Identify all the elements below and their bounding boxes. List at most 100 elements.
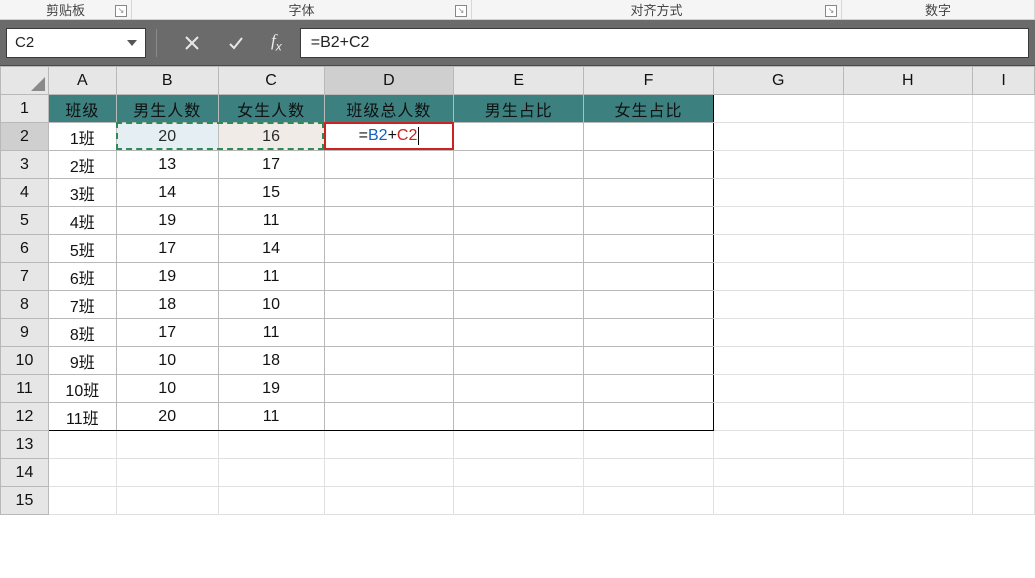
cell[interactable] <box>973 375 1035 403</box>
row-header[interactable]: 13 <box>1 431 49 459</box>
cell[interactable]: 11 <box>218 207 324 235</box>
cell[interactable] <box>324 487 454 515</box>
row-header[interactable]: 5 <box>1 207 49 235</box>
column-header[interactable]: H <box>843 67 973 95</box>
cell[interactable] <box>324 291 454 319</box>
column-header[interactable]: B <box>116 67 218 95</box>
cell[interactable]: 4班 <box>48 207 116 235</box>
cell[interactable]: 8班 <box>48 319 116 347</box>
row-header[interactable]: 4 <box>1 179 49 207</box>
cell[interactable] <box>218 431 324 459</box>
cell[interactable]: 15 <box>218 179 324 207</box>
cell[interactable] <box>218 487 324 515</box>
cell[interactable] <box>454 459 584 487</box>
cell[interactable]: 班级总人数 <box>324 95 454 123</box>
cell[interactable]: 19 <box>116 207 218 235</box>
cell[interactable]: 18 <box>116 291 218 319</box>
row-header[interactable]: 8 <box>1 291 49 319</box>
cell[interactable]: 6班 <box>48 263 116 291</box>
cell[interactable]: 11 <box>218 319 324 347</box>
cell[interactable] <box>324 263 454 291</box>
cell[interactable] <box>584 123 714 151</box>
cell[interactable] <box>454 375 584 403</box>
cell[interactable] <box>584 207 714 235</box>
cell[interactable] <box>843 291 973 319</box>
cell[interactable] <box>48 431 116 459</box>
cell[interactable] <box>324 347 454 375</box>
cell[interactable] <box>454 347 584 375</box>
cell[interactable] <box>324 319 454 347</box>
row-header[interactable]: 15 <box>1 487 49 515</box>
cell[interactable] <box>454 263 584 291</box>
cell[interactable]: 19 <box>116 263 218 291</box>
row-header[interactable]: 11 <box>1 375 49 403</box>
cell[interactable] <box>843 431 973 459</box>
column-header[interactable]: C <box>218 67 324 95</box>
cell[interactable] <box>116 431 218 459</box>
row-header[interactable]: 2 <box>1 123 49 151</box>
cell[interactable] <box>713 151 843 179</box>
spreadsheet-grid[interactable]: ABCDEFGHI1班级男生人数女生人数班级总人数男生占比女生占比21班2016… <box>0 66 1035 515</box>
cell[interactable]: 9班 <box>48 347 116 375</box>
cell[interactable] <box>584 347 714 375</box>
row-header[interactable]: 14 <box>1 459 49 487</box>
name-box[interactable]: C2 <box>6 28 146 58</box>
column-header[interactable]: D <box>324 67 454 95</box>
cell[interactable] <box>973 459 1035 487</box>
cell[interactable] <box>324 207 454 235</box>
cell[interactable] <box>584 459 714 487</box>
row-header[interactable]: 9 <box>1 319 49 347</box>
cell[interactable] <box>843 95 973 123</box>
cell[interactable] <box>454 403 584 431</box>
cell[interactable] <box>48 459 116 487</box>
cell[interactable]: 男生占比 <box>454 95 584 123</box>
cell[interactable] <box>973 291 1035 319</box>
cell[interactable] <box>843 263 973 291</box>
cell[interactable] <box>713 123 843 151</box>
cell[interactable]: 10 <box>116 375 218 403</box>
cell[interactable] <box>584 263 714 291</box>
cell[interactable]: 女生占比 <box>584 95 714 123</box>
cell[interactable] <box>843 235 973 263</box>
cell[interactable] <box>843 459 973 487</box>
cell[interactable] <box>713 263 843 291</box>
confirm-edit-icon[interactable] <box>227 34 245 52</box>
cell[interactable] <box>973 151 1035 179</box>
cell[interactable] <box>454 487 584 515</box>
cell[interactable] <box>454 291 584 319</box>
row-header[interactable]: 7 <box>1 263 49 291</box>
cell[interactable] <box>584 375 714 403</box>
cell[interactable] <box>973 95 1035 123</box>
cell[interactable] <box>584 235 714 263</box>
cell[interactable] <box>713 347 843 375</box>
column-header[interactable]: E <box>454 67 584 95</box>
cell[interactable] <box>324 431 454 459</box>
cell[interactable] <box>324 459 454 487</box>
cell[interactable] <box>843 179 973 207</box>
cell[interactable] <box>973 319 1035 347</box>
cell[interactable]: 2班 <box>48 151 116 179</box>
cell[interactable]: 18 <box>218 347 324 375</box>
cell[interactable] <box>713 487 843 515</box>
cell[interactable] <box>713 459 843 487</box>
row-header[interactable]: 1 <box>1 95 49 123</box>
cell[interactable] <box>324 179 454 207</box>
cell[interactable] <box>843 151 973 179</box>
cell[interactable] <box>454 207 584 235</box>
cell[interactable] <box>973 487 1035 515</box>
cell[interactable] <box>324 235 454 263</box>
cell[interactable] <box>584 403 714 431</box>
dialog-launcher-icon[interactable]: ↘ <box>455 5 467 17</box>
cell[interactable] <box>454 151 584 179</box>
cell[interactable] <box>843 375 973 403</box>
cell[interactable]: 17 <box>116 235 218 263</box>
cell[interactable]: 20 <box>116 123 218 151</box>
cell[interactable]: 10 <box>116 347 218 375</box>
cell[interactable] <box>584 291 714 319</box>
cell[interactable] <box>116 487 218 515</box>
cell[interactable]: 10班 <box>48 375 116 403</box>
cell[interactable] <box>973 235 1035 263</box>
cell[interactable] <box>454 319 584 347</box>
cell[interactable] <box>584 151 714 179</box>
name-box-dropdown-icon[interactable] <box>127 40 137 46</box>
